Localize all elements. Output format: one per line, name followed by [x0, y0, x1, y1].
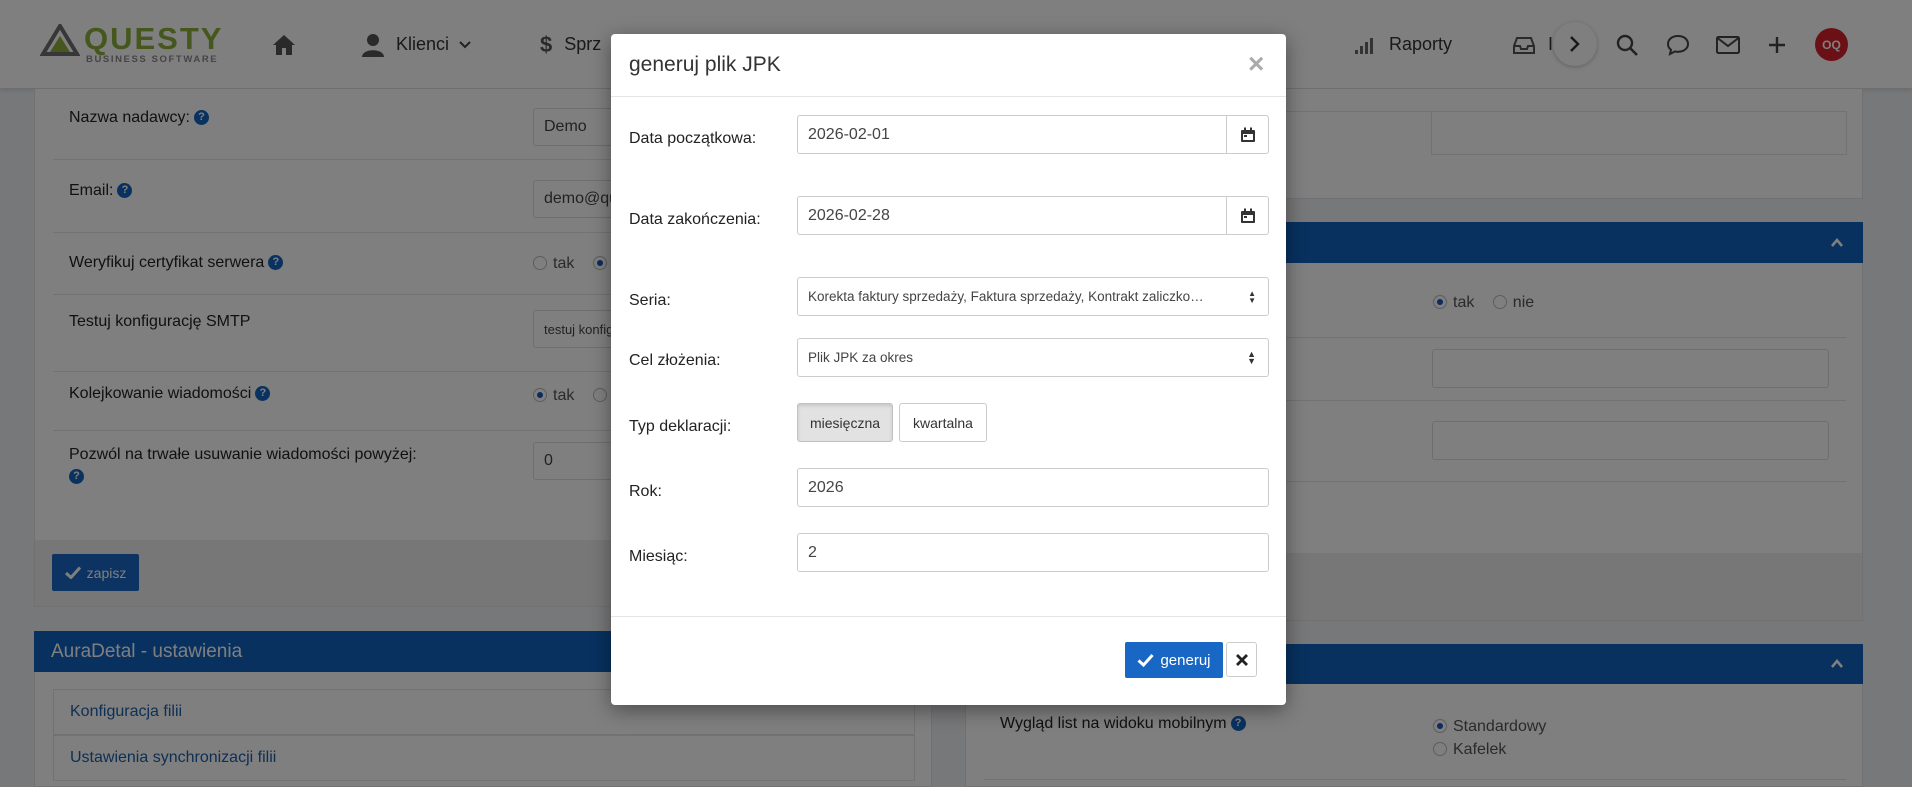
end-date-calendar-button[interactable] [1226, 196, 1269, 235]
month-label: Miesiąc: [629, 548, 688, 565]
declaration-quarterly-button[interactable]: kwartalna [899, 403, 987, 442]
checkmark-icon [1137, 653, 1155, 667]
close-icon [1235, 653, 1248, 666]
month-input[interactable]: 2 [797, 533, 1269, 572]
calendar-icon [1240, 208, 1255, 223]
cancel-button[interactable] [1226, 642, 1257, 677]
year-input[interactable]: 2026 [797, 468, 1269, 507]
start-date-calendar-button[interactable] [1226, 115, 1269, 154]
generate-button-label: generuj [1160, 651, 1211, 669]
modal-title: generuj plik JPK [629, 53, 781, 76]
end-date-label: Data zakończenia: [629, 211, 761, 228]
modal-close-button[interactable]: × [1248, 50, 1264, 78]
series-select-value: Korekta faktury sprzedaży, Faktura sprze… [808, 289, 1204, 304]
declaration-type-label: Typ deklaracji: [629, 418, 732, 435]
declaration-monthly-button[interactable]: miesięczna [797, 403, 893, 442]
series-label: Seria: [629, 292, 671, 309]
start-date-input[interactable]: 2026-02-01 [797, 115, 1227, 154]
modal-header-divider [611, 96, 1286, 97]
start-date-label: Data początkowa: [629, 130, 757, 147]
year-label: Rok: [629, 483, 662, 500]
select-arrows-icon: ▲ ▼ [1247, 349, 1256, 366]
jpk-modal: generuj plik JPK × Data początkowa: 2026… [611, 34, 1286, 705]
purpose-select-value: Plik JPK za okres [808, 350, 914, 365]
purpose-label: Cel złożenia: [629, 352, 721, 369]
series-select[interactable]: Korekta faktury sprzedaży, Faktura sprze… [797, 277, 1269, 316]
generate-button[interactable]: generuj [1125, 642, 1223, 678]
modal-footer-divider [611, 616, 1286, 617]
select-arrows-icon: ▲ ▼ [1248, 289, 1256, 305]
end-date-input[interactable]: 2026-02-28 [797, 196, 1227, 235]
purpose-select[interactable]: Plik JPK za okres ▲ ▼ [797, 338, 1269, 377]
calendar-icon [1240, 127, 1255, 142]
